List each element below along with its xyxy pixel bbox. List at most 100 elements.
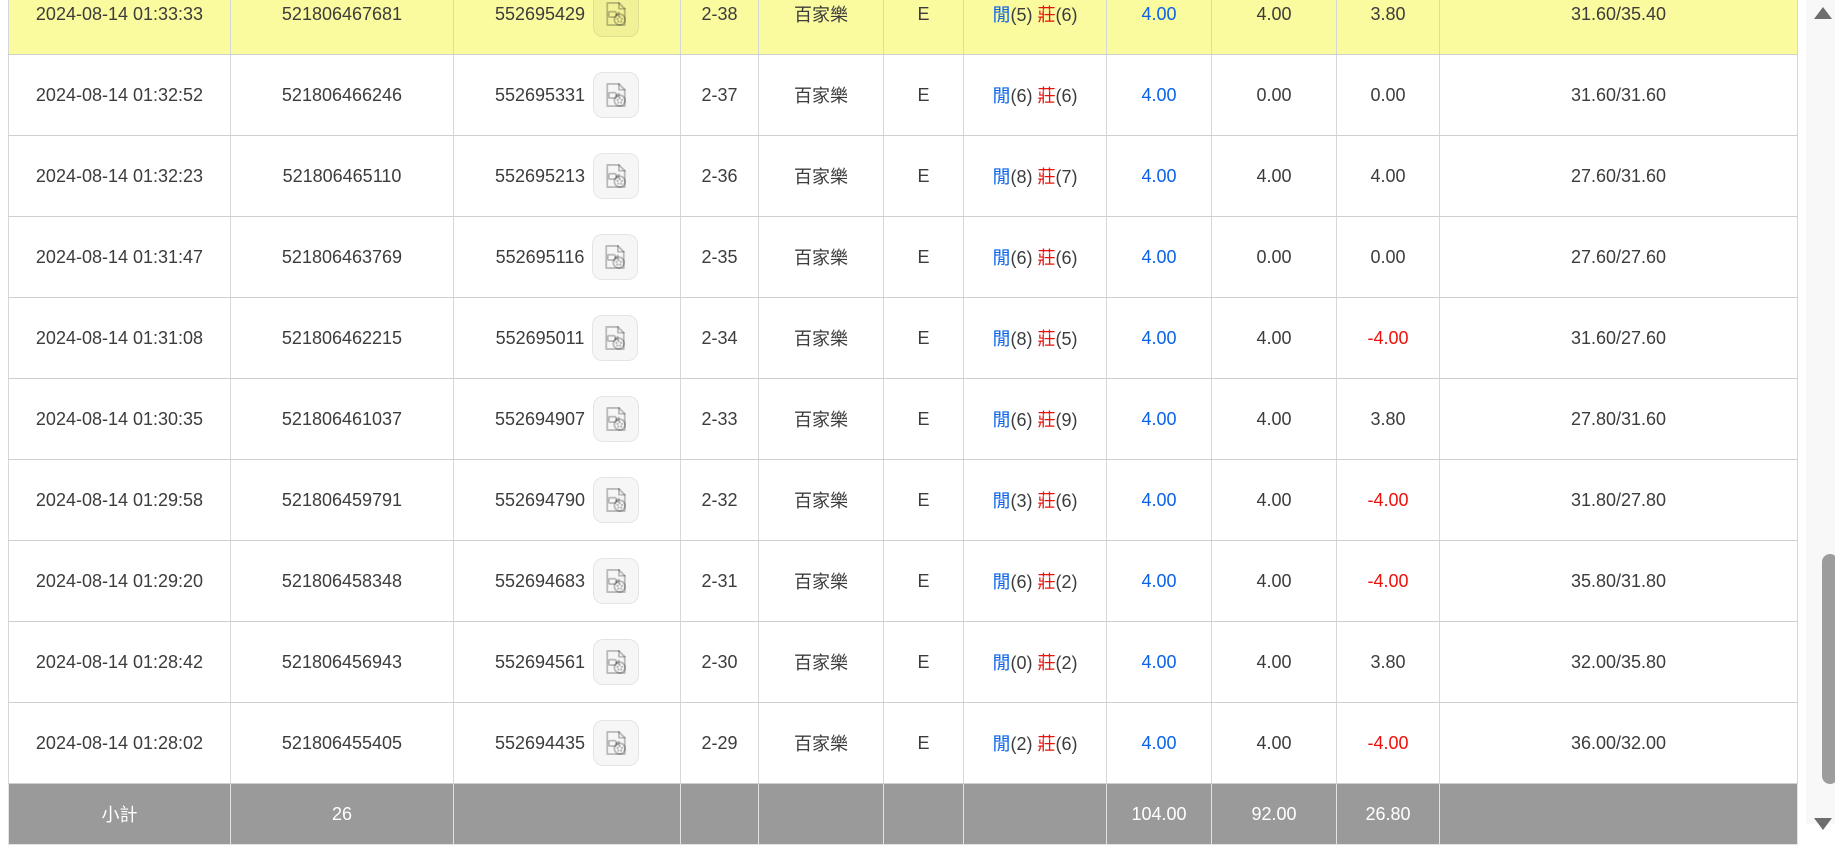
player-result-label: 閒	[992, 5, 1010, 25]
cell-bet-id: 521806466246	[231, 55, 454, 136]
video-replay-icon	[602, 729, 630, 757]
cell-game-result: 閒(8) 莊(7)	[964, 136, 1107, 217]
video-replay-button[interactable]	[593, 72, 639, 118]
player-result-value: (3)	[1010, 491, 1032, 511]
bet-amount-link[interactable]: 4.00	[1141, 409, 1176, 429]
cell-round: 552695116	[454, 217, 681, 298]
cell-bet-time: 2024-08-14 01:29:20	[9, 541, 231, 622]
scroll-down-arrow-icon[interactable]	[1814, 818, 1832, 830]
cell-game-name: 百家樂	[759, 298, 884, 379]
bet-amount-link[interactable]: 4.00	[1141, 571, 1176, 591]
cell-balance: 35.80/31.80	[1440, 541, 1798, 622]
cell-game-name: 百家樂	[759, 703, 884, 784]
round-id: 552694907	[495, 409, 585, 430]
cell-bet-time: 2024-08-14 01:30:35	[9, 379, 231, 460]
video-replay-button[interactable]	[593, 558, 639, 604]
bet-amount-link[interactable]: 4.00	[1141, 85, 1176, 105]
video-replay-button[interactable]	[593, 153, 639, 199]
cell-bet-amount: 4.00	[1107, 541, 1212, 622]
table-row[interactable]: 2024-08-14 01:32:52 521806466246 5526953…	[9, 55, 1798, 136]
table-row[interactable]: 2024-08-14 01:31:08 521806462215 5526950…	[9, 298, 1798, 379]
cell-valid-amount: 4.00	[1212, 541, 1337, 622]
cell-bet-id: 521806465110	[231, 136, 454, 217]
cell-valid-amount: 4.00	[1212, 703, 1337, 784]
video-replay-button[interactable]	[593, 0, 639, 37]
cell-balance: 36.00/32.00	[1440, 703, 1798, 784]
player-result-value: (6)	[1010, 86, 1032, 106]
subtotal-bet-total: 104.00	[1107, 784, 1212, 845]
cell-round: 552695213	[454, 136, 681, 217]
cell-table-round: 2-34	[681, 298, 759, 379]
table-row[interactable]: 2024-08-14 01:28:42 521806456943 5526945…	[9, 622, 1798, 703]
table-row[interactable]: 2024-08-14 01:29:20 521806458348 5526946…	[9, 541, 1798, 622]
subtotal-empty-cell	[1440, 784, 1798, 845]
bet-amount-link[interactable]: 4.00	[1141, 166, 1176, 186]
cell-bet-time: 2024-08-14 01:33:33	[9, 0, 231, 55]
cell-round: 552695429	[454, 0, 681, 55]
bet-amount-link[interactable]: 4.00	[1141, 247, 1176, 267]
cell-bet-amount: 4.00	[1107, 703, 1212, 784]
bet-amount-link[interactable]: 4.00	[1141, 652, 1176, 672]
bet-amount-link[interactable]: 4.00	[1141, 4, 1176, 24]
cell-bet-amount: 4.00	[1107, 55, 1212, 136]
cell-valid-amount: 4.00	[1212, 0, 1337, 55]
cell-game-name: 百家樂	[759, 541, 884, 622]
video-replay-button[interactable]	[593, 396, 639, 442]
player-result-label: 閒	[992, 734, 1010, 754]
banker-result-label: 莊	[1038, 410, 1056, 430]
banker-result-label: 莊	[1038, 653, 1056, 673]
cell-bet-amount: 4.00	[1107, 298, 1212, 379]
banker-result-value: (5)	[1056, 329, 1078, 349]
round-id: 552695011	[496, 328, 585, 349]
table-row[interactable]: 2024-08-14 01:33:33 521806467681 5526954…	[9, 0, 1798, 55]
banker-result-value: (7)	[1056, 167, 1078, 187]
player-result-value: (6)	[1010, 410, 1032, 430]
video-replay-button[interactable]	[592, 315, 638, 361]
cell-bet-id: 521806456943	[231, 622, 454, 703]
cell-balance: 27.60/31.60	[1440, 136, 1798, 217]
table-row[interactable]: 2024-08-14 01:32:23 521806465110 5526952…	[9, 136, 1798, 217]
bet-amount-link[interactable]: 4.00	[1141, 328, 1176, 348]
cell-balance: 32.00/35.80	[1440, 622, 1798, 703]
video-replay-icon	[602, 405, 630, 433]
cell-table-round: 2-30	[681, 622, 759, 703]
player-result-value: (6)	[1010, 248, 1032, 268]
bet-amount-link[interactable]: 4.00	[1141, 490, 1176, 510]
table-row[interactable]: 2024-08-14 01:29:58 521806459791 5526947…	[9, 460, 1798, 541]
cell-table-round: 2-35	[681, 217, 759, 298]
banker-result-label: 莊	[1038, 248, 1056, 268]
video-replay-button[interactable]	[593, 639, 639, 685]
cell-table-round: 2-33	[681, 379, 759, 460]
scroll-up-arrow-icon[interactable]	[1814, 7, 1832, 19]
video-replay-button[interactable]	[592, 234, 638, 280]
player-result-label: 閒	[992, 653, 1010, 673]
table-row[interactable]: 2024-08-14 01:31:47 521806463769 5526951…	[9, 217, 1798, 298]
cell-round: 552695011	[454, 298, 681, 379]
cell-table-code: E	[884, 217, 964, 298]
cell-round: 552695331	[454, 55, 681, 136]
round-id: 552695331	[495, 85, 585, 106]
table-row[interactable]: 2024-08-14 01:30:35 521806461037 5526949…	[9, 379, 1798, 460]
cell-balance: 31.60/35.40	[1440, 0, 1798, 55]
cell-balance: 31.60/31.60	[1440, 55, 1798, 136]
cell-bet-amount: 4.00	[1107, 136, 1212, 217]
table-row[interactable]: 2024-08-14 01:28:02 521806455405 5526944…	[9, 703, 1798, 784]
cell-round: 552694435	[454, 703, 681, 784]
player-result-label: 閒	[992, 167, 1010, 187]
cell-table-code: E	[884, 460, 964, 541]
banker-result-label: 莊	[1038, 329, 1056, 349]
video-replay-button[interactable]	[593, 477, 639, 523]
video-replay-button[interactable]	[593, 720, 639, 766]
cell-balance: 31.80/27.80	[1440, 460, 1798, 541]
scrollbar-thumb[interactable]	[1822, 554, 1835, 784]
bet-amount-link[interactable]: 4.00	[1141, 733, 1176, 753]
cell-bet-id: 521806459791	[231, 460, 454, 541]
cell-game-name: 百家樂	[759, 217, 884, 298]
player-result-label: 閒	[992, 410, 1010, 430]
subtotal-winloss-total: 26.80	[1337, 784, 1440, 845]
cell-win-loss: 3.80	[1337, 379, 1440, 460]
cell-bet-id: 521806461037	[231, 379, 454, 460]
bet-history-table: 2024-08-14 01:33:33 521806467681 5526954…	[8, 0, 1798, 845]
banker-result-value: (6)	[1056, 5, 1078, 25]
round-id: 552694561	[495, 652, 585, 673]
